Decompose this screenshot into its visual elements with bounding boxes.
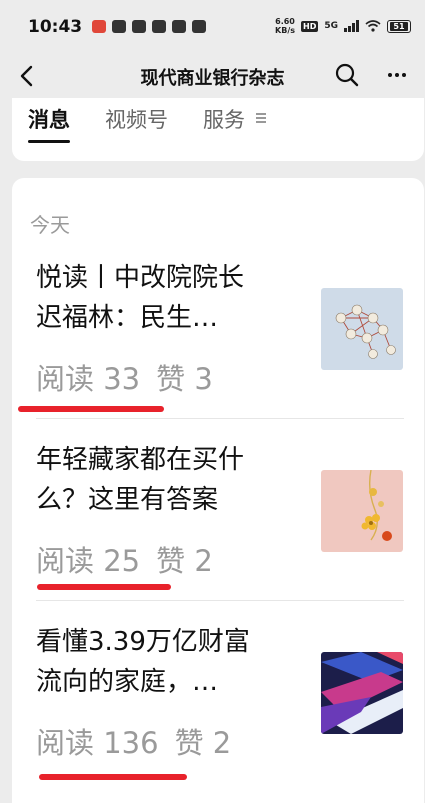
article-thumbnail[interactable] [321,288,403,370]
like-count: 赞 2 [156,544,213,578]
article-title[interactable]: 年轻藏家都在买什 么？这里有答案 [36,440,306,520]
like-count: 赞 3 [156,362,213,396]
divider [36,418,404,419]
divider [36,600,404,601]
article-thumbnail[interactable] [321,652,403,734]
article-title[interactable]: 悦读丨中改院院长 迟福林：民生… [36,258,306,338]
article-title[interactable]: 看懂3.39万亿财富 流向的家庭，… [36,622,306,702]
read-count: 阅读 33 [36,362,141,396]
read-count: 阅读 136 [36,726,159,760]
message-notification-icon [112,20,126,33]
active-tab-indicator [28,140,70,143]
status-bar: 10:43 6.60 KB/s HD 5G 51 [0,0,425,52]
signal-icon [344,20,359,32]
menu-lines-icon [256,113,266,123]
status-time: 10:43 [28,17,83,37]
tab-messages[interactable]: 消息 [28,104,70,134]
tab-services[interactable]: 服务 [203,104,245,134]
nav-bar: 现代商业银行杂志 [0,52,425,100]
more-icon[interactable] [382,60,412,90]
article-stats: 阅读 136 赞 2 [36,720,231,762]
red-annotation-line [39,774,187,780]
message-feed: 今天 悦读丨中改院院长 迟福林：民生… 阅读 33 赞 3 年轻藏家都在买什 么… [12,178,424,803]
like-count: 赞 2 [174,726,232,760]
article-stats: 阅读 33 赞 3 [36,356,213,398]
tab-video[interactable]: 视频号 [105,104,168,134]
read-count: 阅读 25 [36,544,141,578]
search-icon[interactable] [332,60,362,90]
app-notification-icon [92,20,106,33]
tabs-card: 消息 视频号 服务 [12,98,424,161]
link-notification-icon [132,20,146,33]
signal-label: 5G [324,21,338,31]
mail-notification-icon [172,20,186,33]
wifi-icon [365,20,381,32]
red-annotation-line [18,406,164,412]
status-right: 6.60 KB/s HD 5G 51 [275,17,411,35]
notification-icons [92,20,206,33]
hd-badge: HD [301,20,319,32]
list-notification-icon [192,20,206,33]
battery-icon: 51 [387,19,411,33]
net-speed: 6.60 KB/s [275,17,295,35]
red-annotation-line [37,584,171,590]
more-notification-icon [152,20,166,33]
article-stats: 阅读 25 赞 2 [36,538,213,580]
date-section-label: 今天 [30,213,70,237]
article-thumbnail[interactable] [321,470,403,552]
